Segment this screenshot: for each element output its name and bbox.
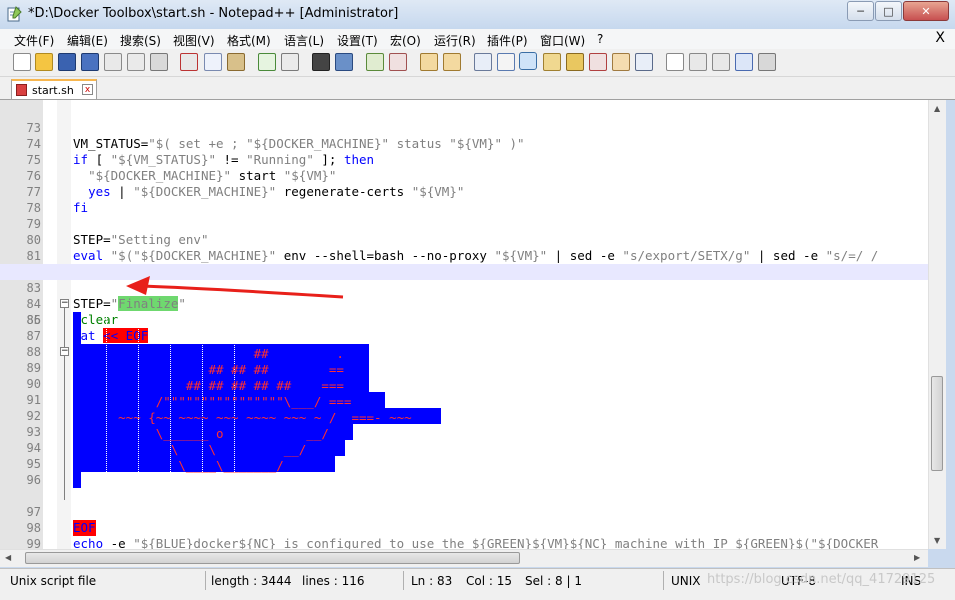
code-line: 82 [0, 248, 928, 279]
menu-search[interactable]: 搜索(S) [120, 32, 161, 49]
open-file-icon[interactable] [35, 53, 53, 71]
scroll-down-icon[interactable]: ▼ [934, 536, 940, 545]
status-lines: lines : 116 [302, 574, 365, 588]
menu-settings[interactable]: 设置(T) [337, 32, 378, 49]
close-window-button[interactable]: ✕ [903, 1, 949, 21]
function-list-icon[interactable] [589, 53, 607, 71]
menu-bar: 文件(F) 编辑(E) 搜索(S) 视图(V) 格式(M) 语言(L) 设置(T… [0, 29, 955, 49]
tab-label: start.sh [32, 84, 74, 97]
minimize-button[interactable]: ─ [847, 1, 874, 21]
close-document-x[interactable]: X [935, 30, 945, 46]
menu-view[interactable]: 视图(V) [173, 32, 215, 49]
sync-vertical-icon[interactable] [420, 53, 438, 71]
undo-icon[interactable] [258, 53, 276, 71]
close-file-icon[interactable] [104, 53, 122, 71]
paste-icon[interactable] [227, 53, 245, 71]
doc-map-icon[interactable] [566, 53, 584, 71]
cut-icon[interactable] [180, 53, 198, 71]
menu-file[interactable]: 文件(F) [14, 32, 54, 49]
code-line: 79 STEP="Setting env" [26, 217, 209, 247]
monitoring-eye-icon[interactable] [635, 53, 653, 71]
menu-macro[interactable]: 宏(O) [390, 32, 421, 49]
notepadpp-app-icon [7, 6, 22, 22]
code-line: 77 fi [26, 185, 89, 215]
record-macro-icon[interactable] [666, 53, 684, 71]
zoom-out-icon[interactable] [389, 53, 407, 71]
maximize-button[interactable]: □ [875, 1, 902, 21]
redo-icon[interactable] [281, 53, 299, 71]
tab-start-sh[interactable]: start.sh x [11, 79, 97, 99]
code-line: 80 eval "$("${DOCKER_MACHINE}" env --she… [26, 233, 879, 263]
watermark: https://blog.csdn.net/qq_41729125 [707, 572, 936, 587]
word-wrap-icon[interactable] [474, 53, 492, 71]
code-line: 100 echo [0, 536, 928, 549]
status-filetype: Unix script file [10, 574, 97, 588]
code-line: 78 [26, 201, 41, 215]
fold-toggle[interactable]: − [60, 299, 69, 308]
close-all-icon[interactable] [127, 53, 145, 71]
new-file-icon[interactable] [13, 53, 31, 71]
tab-close-button[interactable]: x [82, 84, 93, 95]
user-language-icon[interactable] [543, 53, 561, 71]
menu-language[interactable]: 语言(L) [284, 32, 324, 49]
code-line: 75 "${DOCKER_MACHINE}" start "${VM}" [26, 153, 337, 183]
code-line: 73 VM_STATUS="$( set +e ; "${DOCKER_MACH… [26, 121, 525, 151]
code-line: 99 echo "For help getting started, check… [26, 537, 41, 549]
title-bar: *D:\Docker Toolbox\start.sh - Notepad++ … [0, 0, 955, 29]
menu-edit[interactable]: 编辑(E) [67, 32, 108, 49]
menu-help[interactable]: ? [597, 32, 603, 46]
replace-icon[interactable] [335, 53, 353, 71]
code-line: 81 eval "$("${DOCKER_MACHINE}" env --she… [26, 249, 879, 279]
fold-toggle[interactable]: − [60, 347, 69, 356]
horizontal-scroll-thumb[interactable] [25, 552, 520, 564]
status-line-number: Ln : 83 [411, 574, 453, 588]
play-macro-icon[interactable] [712, 53, 730, 71]
save-all-icon[interactable] [81, 53, 99, 71]
menu-format[interactable]: 格式(M) [227, 32, 271, 49]
menu-window[interactable]: 窗口(W) [540, 32, 585, 49]
unsaved-file-icon [16, 84, 27, 96]
code-line: 84 #clear [26, 297, 119, 327]
window-title: *D:\Docker Toolbox\start.sh - Notepad++ … [28, 6, 399, 21]
editor-area[interactable]: 73 VM_STATUS="$( set +e ; "${DOCKER_MACH… [0, 100, 928, 549]
code-line: 97 EOF [26, 505, 96, 536]
vertical-scroll-thumb[interactable] [931, 376, 943, 471]
scroll-right-icon[interactable]: ▶ [914, 553, 920, 562]
vertical-scrollbar[interactable]: ▲ ▼ [928, 100, 946, 549]
code-line: 98 echo -e "${BLUE}docker${NC} is config… [26, 521, 879, 549]
scroll-up-icon[interactable]: ▲ [934, 104, 940, 113]
save-macro-icon[interactable] [758, 53, 776, 71]
show-all-chars-icon[interactable] [497, 53, 515, 71]
menu-run[interactable]: 运行(R) [434, 32, 476, 49]
zoom-in-icon[interactable] [366, 53, 384, 71]
current-code-line: 83 STEP="Finalize" [0, 264, 928, 311]
horizontal-scrollbar[interactable]: ◀ ▶ [0, 549, 928, 567]
run-macro-multiple-icon[interactable] [735, 53, 753, 71]
code-line: 76 yes | "${DOCKER_MACHINE}" regenerate-… [26, 169, 465, 199]
status-selection: Sel : 8 | 1 [525, 574, 582, 588]
print-icon[interactable] [150, 53, 168, 71]
find-icon[interactable] [312, 53, 330, 71]
toolbar [0, 49, 955, 114]
menu-plugins[interactable]: 插件(P) [487, 32, 528, 49]
code-line: 85 cat << EOF [26, 313, 149, 343]
status-column: Col : 15 [466, 574, 512, 588]
scroll-left-icon[interactable]: ◀ [5, 553, 11, 562]
status-length: length : 3444 [211, 574, 292, 588]
code-line: 74 if [ "${VM_STATUS}" != "Running" ]; t… [26, 137, 375, 167]
folder-workspace-icon[interactable] [612, 53, 630, 71]
stop-macro-icon[interactable] [689, 53, 707, 71]
save-icon[interactable] [58, 53, 76, 71]
indent-guide-icon[interactable] [519, 52, 537, 70]
status-eol: UNIX [671, 574, 701, 588]
sync-horizontal-icon[interactable] [443, 53, 461, 71]
tab-bar: start.sh x [0, 77, 955, 100]
copy-icon[interactable] [204, 53, 222, 71]
